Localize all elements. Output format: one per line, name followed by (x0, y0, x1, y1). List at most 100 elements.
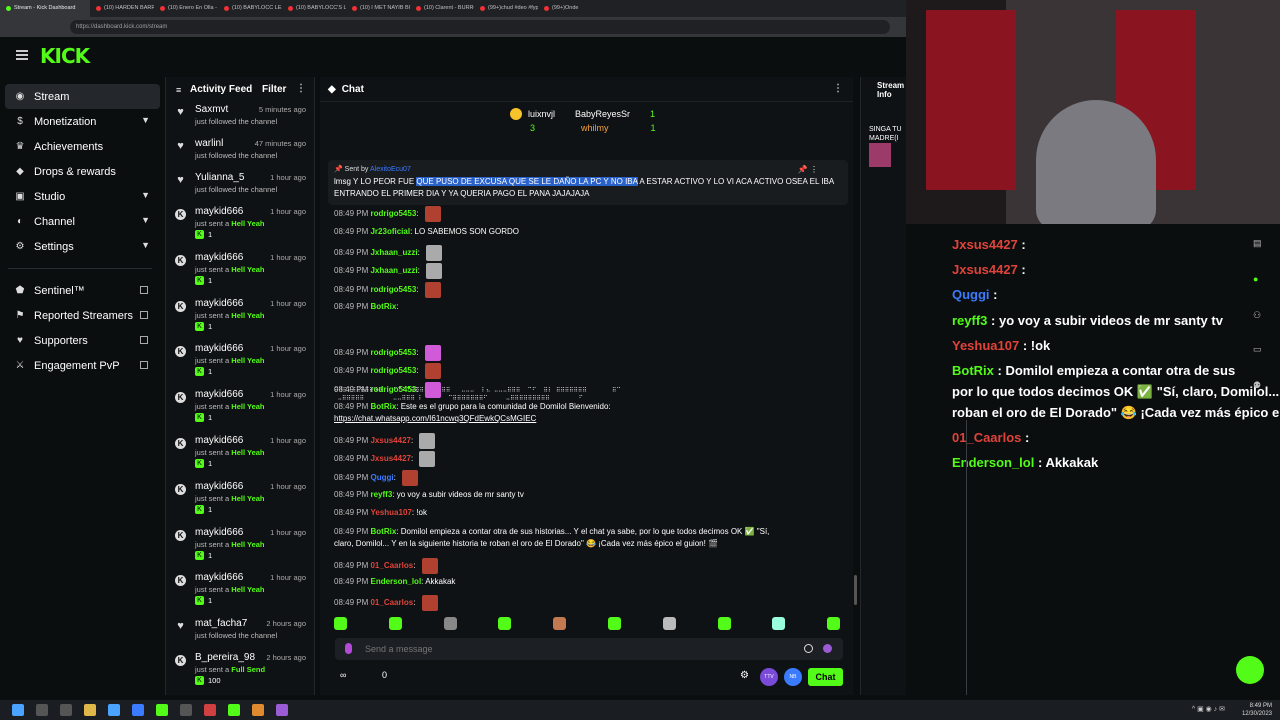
url-input[interactable]: https://dashboard.kick.com/stream (70, 20, 890, 34)
filter-button[interactable]: Filter (262, 84, 286, 95)
system-tray[interactable]: ^ ▣ ◉ ♪ ✉ (1192, 705, 1225, 713)
chat-message[interactable]: 08:49 PM BotRix: Este es el grupo para l… (334, 401, 611, 413)
chat-message[interactable]: 08:49 PM rodrigo5453: (334, 382, 441, 398)
chat-message[interactable]: 08:49 PM rodrigo5453: (334, 363, 441, 379)
kick-logo[interactable]: KICK (40, 44, 90, 68)
chat-message[interactable]: 08:49 PM 01_Caarlos: (334, 558, 438, 574)
message-username[interactable]: Jxsus4427 (370, 454, 410, 463)
sidebar-item-monetization[interactable]: $ Monetization ▼ (0, 109, 160, 134)
app-icon[interactable] (252, 704, 264, 716)
activity-item[interactable]: ♥ Saxmvt 5 minutes ago just followed the ch… (166, 102, 314, 136)
link-text[interactable]: https://chat.whatsapp.com/I61ncwq3QFdEwk… (334, 414, 536, 423)
browser-tab[interactable]: (10) Clarent - BURROS (Vid (410, 0, 474, 17)
sidebar-item-studio[interactable]: ▣ Studio ▼ (0, 184, 160, 209)
message-username[interactable]: Jr23oficial (370, 227, 410, 236)
chrome-icon[interactable] (108, 704, 120, 716)
app-icon[interactable] (132, 704, 144, 716)
browser-tab[interactable]: Stream - Kick Dashboard (0, 0, 90, 17)
chat-message[interactable]: 08:49 PM BotRix: Domilol empieza a conta… (334, 526, 769, 538)
chat-message[interactable]: 08:49 PM Enderson_lol: Akkakak (334, 576, 455, 588)
message-username[interactable]: rodrigo5453 (370, 385, 416, 394)
activity-item[interactable]: Kmaykid666 1 hour ago just sent a Hell Yea… (166, 387, 314, 433)
quick-emote[interactable] (443, 617, 457, 630)
emoji-icon[interactable] (804, 644, 813, 653)
app-icon[interactable] (204, 704, 216, 716)
message-username[interactable]: Jxhaan_uzzi (370, 266, 417, 275)
message-username[interactable]: Jxsus4427 (370, 436, 410, 445)
sidebar-link-supporters[interactable]: ♥ Supporters (0, 328, 160, 353)
pill-button-1[interactable]: TTV (760, 668, 778, 686)
message-username[interactable]: BotRix (370, 302, 396, 311)
sidebar-item-channel[interactable]: ◐ Channel ▼ (0, 209, 160, 234)
chat-message[interactable]: 08:49 PM rodrigo5453: (334, 206, 441, 222)
activity-item[interactable]: K B_pereira_98 2 hours ago just sent a Full… (166, 650, 314, 696)
users-icon[interactable]: ⚉ (1253, 380, 1263, 390)
browser-tab[interactable]: (10) I MET NAYIB BUKELE @ (346, 0, 410, 17)
message-username[interactable]: Quggi (370, 473, 393, 482)
pinned-message[interactable]: 📌 Sent by AlexitoEcu07 lmsg Y LO PEOR FU… (328, 160, 848, 205)
microphone-icon[interactable] (345, 643, 352, 654)
chat-message[interactable]: 08:49 PM Quggi: (334, 470, 419, 486)
activity-item[interactable]: Kmaykid666 1 hour ago just sent a Hell Yea… (166, 479, 314, 525)
chat-message[interactable]: 08:49 PM Jxsus4427: (334, 433, 436, 449)
task-view-icon[interactable] (60, 704, 72, 716)
sent-by-user[interactable]: AlexitoEcu07 (370, 166, 411, 173)
sidebar-item-drops[interactable]: ◆ Drops & rewards (0, 159, 160, 184)
quick-emote[interactable] (388, 617, 402, 630)
chat-message[interactable]: 08:49 PM Jxhaan_uzzi: (334, 263, 443, 279)
message-username[interactable]: rodrigo5453 (370, 348, 416, 357)
activity-item[interactable]: Kmaykid666 1 hour ago just sent a Hell Yea… (166, 433, 314, 479)
message-username[interactable]: BotRix (370, 527, 396, 536)
quick-emote[interactable] (717, 617, 731, 630)
chat-message[interactable]: 08:49 PM 01_Caarlos: (334, 595, 438, 611)
sidebar-link-engagement-pvp[interactable]: ⚔ Engagement PvP (0, 353, 160, 378)
activity-item[interactable]: ♥ warlinl 47 minutes ago just followed the … (166, 136, 314, 170)
more-options-icon[interactable]: ⋮ (296, 83, 306, 94)
chat-message[interactable]: 08:49 PM Yeshua107: !ok (334, 507, 427, 519)
chat-message[interactable]: 08:49 PM Jr23oficial: LO SABEMOS SON GOR… (334, 226, 519, 238)
message-username[interactable]: Enderson_lol (370, 577, 421, 586)
message-username[interactable]: rodrigo5453 (370, 209, 416, 218)
sidebar-item-settings[interactable]: ⚙ Settings ▼ (0, 234, 160, 259)
sidebar-item-stream[interactable]: ◉ Stream (5, 84, 160, 109)
message-username[interactable]: rodrigo5453 (370, 366, 416, 375)
layout-icon[interactable]: ▭ (1253, 344, 1263, 354)
kick-floating-button[interactable] (1236, 656, 1264, 684)
activity-item[interactable]: Kmaykid666 1 hour ago just sent a Hell Yea… (166, 570, 314, 616)
quick-emote[interactable] (827, 617, 841, 630)
chat-bubble-icon[interactable]: ● (1253, 274, 1263, 284)
browser-tab[interactable]: (99+)chud #deo #fyp | bru (474, 0, 538, 17)
chat-settings-icon[interactable]: ⚙ (740, 670, 749, 681)
chat-scrollbar[interactable] (854, 575, 857, 605)
activity-item[interactable]: Kmaykid666 1 hour ago just sent a Hell Yea… (166, 525, 314, 571)
quick-emote[interactable] (553, 617, 567, 630)
chat-message[interactable]: 08:49 PM reyff3: yo voy a subir videos d… (334, 489, 524, 501)
sidebar-link-sentinel[interactable]: ⬟ Sentinel™ (0, 278, 160, 303)
more-options-icon[interactable]: ⋮ (833, 83, 843, 94)
quick-emote[interactable] (772, 617, 786, 630)
app-icon[interactable] (156, 704, 168, 716)
message-username[interactable]: Jxhaan_uzzi (370, 248, 417, 257)
menu-icon[interactable] (16, 50, 28, 60)
activity-item[interactable]: Kmaykid666 1 hour ago just sent a Hell Yea… (166, 250, 314, 296)
quick-emote[interactable] (498, 617, 512, 630)
search-icon[interactable] (36, 704, 48, 716)
message-username[interactable]: Yeshua107 (370, 508, 411, 517)
whatsapp-link[interactable]: https://chat.whatsapp.com/I61ncwq3QFdEwk… (334, 413, 536, 425)
message-username[interactable]: 01_Caarlos (370, 561, 413, 570)
chat-send-button[interactable]: Chat (808, 668, 843, 686)
browser-tab[interactable]: (10) HARDEN BARRIO (90, 0, 154, 17)
activity-item[interactable]: Kmaykid666 1 hour ago just sent a Hell Yea… (166, 296, 314, 342)
quick-emote[interactable] (334, 617, 347, 630)
app-icon[interactable] (276, 704, 288, 716)
chat-message[interactable]: 08:49 PM Jxhaan_uzzi: (334, 245, 443, 261)
chat-message[interactable]: 08:49 PM rodrigo5453: (334, 345, 441, 361)
pill-button-2[interactable]: NB (784, 668, 802, 686)
browser-tab[interactable]: (10) Enero En Olla - YouTub (154, 0, 218, 17)
taskbar-clock[interactable]: 8:49 PM 12/30/2023 (1242, 702, 1272, 718)
activity-item[interactable]: ♥ mat_facha7 2 hours ago just followed the … (166, 616, 314, 650)
message-username[interactable]: BotRix (370, 402, 396, 411)
infinity-icon[interactable]: ∞ (340, 670, 346, 680)
gift-icon[interactable] (823, 644, 832, 653)
quick-emote[interactable] (662, 617, 676, 630)
